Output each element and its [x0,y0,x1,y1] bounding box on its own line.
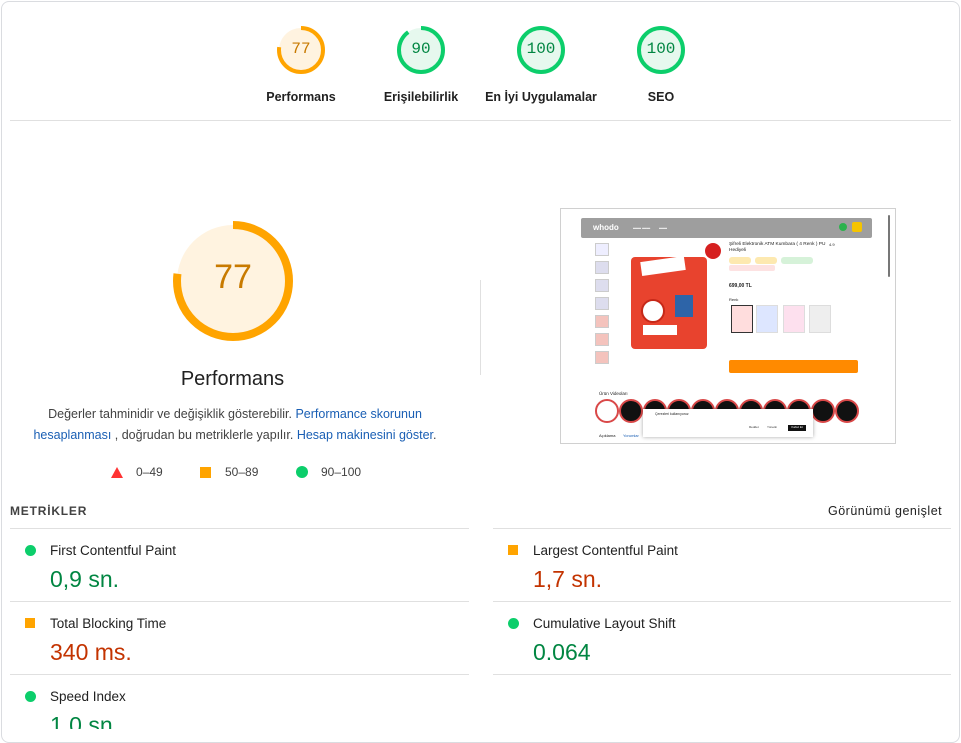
pass-circle-icon [25,691,36,702]
thumb-price: 699,00 TL [729,283,752,289]
average-square-icon [25,618,35,628]
thumb-side-image [595,315,609,328]
thumb-video [619,399,643,423]
gauge-score: 90 [411,40,431,58]
performance-score: 77 [214,258,252,296]
average-square-icon [508,545,518,555]
legend-range: 0–49 [136,465,163,479]
thumb-cookie-button: Yönetin [767,425,778,429]
metric-name: First Contentful Paint [50,543,177,558]
metrics-heading: METRİKLER [10,504,88,518]
thumb-navbar: whodo ▬▬ ▬▬ ▬▬ [581,218,872,238]
performance-title: Performans [180,368,285,390]
thumb-rating: 4.9 [829,242,835,247]
metric-name: Total Blocking Time [50,616,167,631]
gauge-performance[interactable]: 77 Performans [231,24,371,104]
thumb-cookie-button: Reddet [749,425,759,429]
gauge-score: 100 [646,40,676,58]
metric-lcp: Largest Contentful Paint 1,7 sn. [493,529,923,601]
thumb-cookie-banner: Çerezleri kullanıyoruz Reddet Yönetin Ka… [643,409,813,437]
calculator-link[interactable]: Hesap makinesini göster [297,428,433,442]
thumb-variant [756,305,778,333]
gauge-seo[interactable]: 100 SEO [591,24,731,104]
gauge-score: 100 [526,40,556,58]
metric-speed-index: Speed Index 1,0 sn. [10,675,440,729]
gauge-best-practices[interactable]: 100 En İyi Uygulamalar [471,24,611,104]
metric-value: 1,7 sn. [533,566,603,592]
thumb-cookie-button: Kabul Et [788,425,806,431]
divider [493,674,951,675]
thumb-nav-item: ▬▬ ▬▬ [633,225,651,230]
thumb-side-image [595,333,609,346]
thumb-logo: whodo [593,223,619,232]
legend-range: 90–100 [321,465,362,479]
performance-description: Değerler tahminidir ve değişiklik göster… [30,404,440,446]
category-gauges: 77 Performans 90 Erişilebilirlik 100 En … [0,24,961,114]
thumb-variant-label: Renk [729,297,739,302]
thumb-cookie-title: Çerezleri kullanıyoruz [655,412,689,416]
thumb-side-image [595,279,609,292]
gauge-label: Performans [266,90,336,104]
thumb-video [595,399,619,423]
thumb-videos-label: Ürün Videoları [599,391,628,396]
vertical-divider [480,280,481,375]
thumb-pill [755,257,777,264]
thumb-variant [809,305,831,333]
thumb-tab: Yorumlar [623,433,639,438]
metric-cls: Cumulative Layout Shift 0.064 [493,602,923,674]
thumb-pill [781,257,813,264]
desc-text: . [433,428,437,442]
thumb-product-title: Şifreli Elektronik ATM Kumbara ( 4 Renk … [729,242,826,253]
thumb-variant [783,305,805,333]
thumb-scrollbar [888,215,890,277]
gauge-label: SEO [647,90,675,104]
thumb-tab: Açıklama [599,433,616,438]
square-icon [200,467,211,478]
final-screenshot-thumbnail[interactable]: whodo ▬▬ ▬▬ ▬▬ Şifreli Elektronik ATM Ku… [560,208,896,444]
thumb-side-image [595,243,609,256]
legend-range: 50–89 [225,465,259,479]
metric-value: 340 ms. [50,639,132,665]
pass-circle-icon [508,618,519,629]
thumb-notice [729,265,775,271]
metric-tbt: Total Blocking Time 340 ms. [10,602,440,674]
gauge-label: En İyi Uygulamalar [485,90,597,104]
thumb-video [835,399,859,423]
thumb-whatsapp-icon [839,223,847,231]
circle-icon [296,466,308,478]
metric-name: Cumulative Layout Shift [533,616,676,631]
thumb-variant [731,305,753,333]
thumb-add-to-cart [729,360,858,373]
metric-name: Largest Contentful Paint [533,543,678,558]
thumb-video [811,399,835,423]
expand-view-toggle[interactable]: Görünümü genişlet [828,504,942,518]
gauge-label: Erişilebilirlik [383,90,459,104]
metric-value: 1,0 sn. [50,712,120,729]
thumb-product-image [631,256,707,349]
metric-value: 0,9 sn. [50,566,120,592]
thumb-pill [729,257,751,264]
divider [10,120,951,121]
desc-text: Değerler tahminidir ve değişiklik göster… [48,407,296,421]
desc-text: , doğrudan bu metriklerle yapılır. [111,428,297,442]
metric-fcp: First Contentful Paint 0,9 sn. [10,529,440,601]
thumb-sale-badge [705,243,721,259]
thumb-nav-item: ▬▬ [659,225,667,230]
metric-name: Speed Index [50,689,126,704]
thumb-side-image [595,297,609,310]
pass-circle-icon [25,545,36,556]
thumb-side-image [595,351,609,364]
gauge-score: 77 [291,40,311,58]
thumb-cart-icon [852,222,862,232]
triangle-icon [111,467,123,478]
thumb-side-image [595,261,609,274]
metric-value: 0.064 [533,639,591,665]
gauge-accessibility[interactable]: 90 Erişilebilirlik [351,24,491,104]
